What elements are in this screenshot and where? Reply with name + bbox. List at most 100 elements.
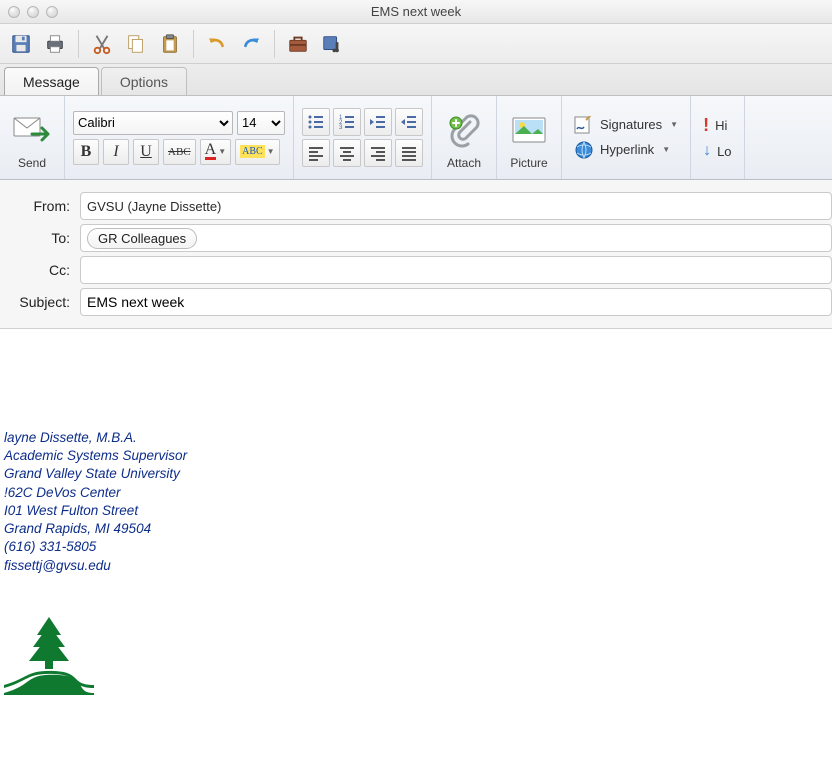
decrease-indent-icon bbox=[369, 113, 387, 131]
send-icon bbox=[12, 114, 52, 146]
zoom-window-button[interactable] bbox=[46, 6, 58, 18]
copy-button[interactable] bbox=[121, 29, 151, 59]
cut-icon bbox=[91, 33, 113, 55]
high-priority-button[interactable]: ! Hi bbox=[697, 113, 737, 138]
print-button[interactable] bbox=[40, 29, 70, 59]
picture-button[interactable] bbox=[507, 108, 551, 152]
bullet-list-button[interactable] bbox=[302, 108, 330, 136]
cut-button[interactable] bbox=[87, 29, 117, 59]
globe-icon bbox=[574, 140, 594, 160]
close-window-button[interactable] bbox=[8, 6, 20, 18]
redo-button[interactable] bbox=[236, 29, 266, 59]
signature-block: layne Dissette, M.B.A. Academic Systems … bbox=[4, 429, 824, 575]
ribbon: Send Calibri 14 B I U ABC A ▼ bbox=[0, 96, 832, 180]
subject-field[interactable] bbox=[80, 288, 832, 316]
increase-indent-button[interactable] bbox=[395, 108, 423, 136]
hyperlink-button[interactable]: Hyperlink ▼ bbox=[568, 138, 684, 162]
arrow-down-icon: ↓ bbox=[703, 142, 711, 160]
signature-icon bbox=[574, 116, 594, 134]
signature-line: (616) 331-5805 bbox=[4, 538, 824, 556]
bold-button[interactable]: B bbox=[73, 139, 99, 165]
separator bbox=[193, 30, 194, 58]
align-justify-button[interactable] bbox=[395, 139, 423, 167]
separator bbox=[274, 30, 275, 58]
ribbon-group-paragraph: 123 bbox=[294, 96, 432, 179]
redo-icon bbox=[239, 33, 263, 55]
signature-line: Academic Systems Supervisor bbox=[4, 447, 824, 465]
chevron-down-icon: ▼ bbox=[218, 147, 226, 156]
align-justify-icon bbox=[400, 144, 418, 162]
send-button[interactable] bbox=[10, 108, 54, 152]
signature-line: layne Dissette, M.B.A. bbox=[4, 429, 824, 447]
message-header-fields: From: GVSU (Jayne Dissette) To: GR Colle… bbox=[0, 180, 832, 329]
signatures-button[interactable]: Signatures ▼ bbox=[568, 114, 684, 136]
align-left-button[interactable] bbox=[302, 139, 330, 167]
save-button[interactable] bbox=[6, 29, 36, 59]
to-recipient-chip[interactable]: GR Colleagues bbox=[87, 228, 197, 249]
subject-input[interactable] bbox=[87, 294, 825, 310]
undo-icon bbox=[205, 33, 229, 55]
signature-line: I01 West Fulton Street bbox=[4, 502, 824, 520]
ribbon-group-priority: ! Hi ↓ Lo bbox=[691, 96, 744, 179]
subject-label: Subject: bbox=[10, 294, 80, 310]
strikethrough-button[interactable]: ABC bbox=[163, 139, 196, 165]
numbered-list-button[interactable]: 123 bbox=[333, 108, 361, 136]
picture-label: Picture bbox=[510, 156, 547, 170]
minimize-window-button[interactable] bbox=[27, 6, 39, 18]
low-priority-button[interactable]: ↓ Lo bbox=[697, 140, 737, 162]
attach-button[interactable] bbox=[442, 108, 486, 152]
italic-button[interactable]: I bbox=[103, 139, 129, 165]
align-left-icon bbox=[307, 144, 325, 162]
send-label: Send bbox=[18, 156, 46, 170]
signature-line: Grand Valley State University bbox=[4, 465, 824, 483]
paste-button[interactable] bbox=[155, 29, 185, 59]
signature-line: Grand Rapids, MI 49504 bbox=[4, 520, 824, 538]
align-right-button[interactable] bbox=[364, 139, 392, 167]
bullet-list-icon bbox=[307, 113, 325, 131]
attach-label: Attach bbox=[447, 156, 481, 170]
align-center-icon bbox=[338, 144, 356, 162]
ribbon-group-attach: Attach bbox=[432, 96, 497, 179]
cc-input[interactable] bbox=[87, 262, 825, 278]
undo-button[interactable] bbox=[202, 29, 232, 59]
font-name-select[interactable]: Calibri bbox=[73, 111, 233, 135]
signature-line: fissettj@gvsu.edu bbox=[4, 557, 824, 575]
low-priority-label: Lo bbox=[717, 144, 731, 159]
media-browser-button[interactable] bbox=[317, 29, 347, 59]
message-body[interactable]: layne Dissette, M.B.A. Academic Systems … bbox=[0, 329, 832, 705]
cc-field[interactable] bbox=[80, 256, 832, 284]
tab-message[interactable]: Message bbox=[4, 67, 99, 95]
signature-logo bbox=[4, 615, 824, 695]
save-icon bbox=[10, 33, 32, 55]
underline-button[interactable]: U bbox=[133, 139, 159, 165]
signature-line: !62C DeVos Center bbox=[4, 484, 824, 502]
numbered-list-icon: 123 bbox=[338, 113, 356, 131]
exclamation-icon: ! bbox=[703, 115, 709, 136]
tree-path-logo-icon bbox=[4, 615, 94, 695]
print-icon bbox=[44, 33, 66, 55]
ribbon-tabstrip: Message Options bbox=[0, 64, 832, 96]
ribbon-group-font: Calibri 14 B I U ABC A ▼ ABC ▼ bbox=[65, 96, 294, 179]
to-field[interactable]: GR Colleagues bbox=[80, 224, 832, 252]
align-center-button[interactable] bbox=[333, 139, 361, 167]
from-value: GVSU (Jayne Dissette) bbox=[87, 199, 221, 214]
decrease-indent-button[interactable] bbox=[364, 108, 392, 136]
quick-access-toolbar bbox=[0, 24, 832, 64]
from-field[interactable]: GVSU (Jayne Dissette) bbox=[80, 192, 832, 220]
highlight-glyph: ABC bbox=[240, 145, 265, 158]
tab-options[interactable]: Options bbox=[101, 67, 187, 95]
font-color-button[interactable]: A ▼ bbox=[200, 139, 231, 165]
from-label: From: bbox=[10, 198, 80, 214]
highlight-button[interactable]: ABC ▼ bbox=[235, 139, 279, 165]
to-label: To: bbox=[10, 230, 80, 246]
font-size-select[interactable]: 14 bbox=[237, 111, 285, 135]
ribbon-group-picture: Picture bbox=[497, 96, 562, 179]
increase-indent-icon bbox=[400, 113, 418, 131]
ribbon-group-send: Send bbox=[0, 96, 65, 179]
ribbon-group-insert: Signatures ▼ Hyperlink ▼ bbox=[562, 96, 691, 179]
toolbox-button[interactable] bbox=[283, 29, 313, 59]
paste-icon bbox=[159, 33, 181, 55]
high-priority-label: Hi bbox=[715, 118, 727, 133]
copy-icon bbox=[125, 33, 147, 55]
hyperlink-label: Hyperlink bbox=[600, 142, 654, 157]
